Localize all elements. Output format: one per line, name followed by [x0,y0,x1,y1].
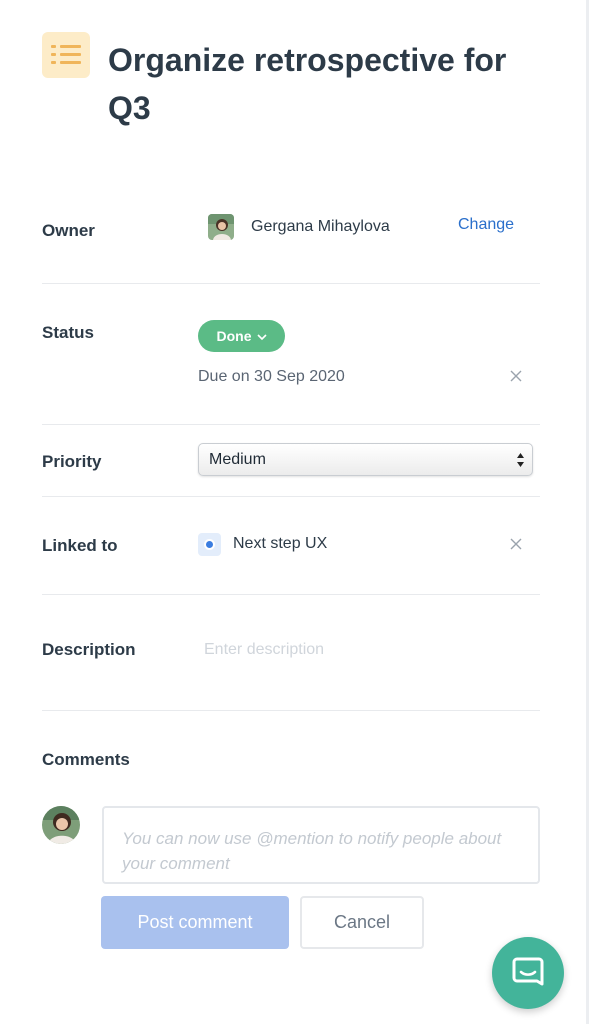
priority-select[interactable]: Medium [198,443,533,476]
status-label: Status [42,323,94,342]
clear-due-date-close-icon[interactable] [508,368,524,384]
divider [42,710,540,711]
task-title[interactable]: Organize retrospective for Q3 [108,36,548,132]
owner-label: Owner [42,221,95,240]
select-arrows-icon [516,452,525,468]
linked-item[interactable]: Next step UX [233,535,327,553]
divider [42,283,540,284]
owner-avatar [208,214,234,240]
description-input[interactable]: Enter description [204,641,324,659]
chevron-down-icon [256,328,267,344]
chat-button[interactable] [492,937,564,1009]
divider [42,424,540,425]
post-comment-button[interactable]: Post comment [101,896,289,949]
due-date: Due on 30 Sep 2020 [198,368,345,385]
priority-value: Medium [209,451,266,468]
divider [42,496,540,497]
status-value: Done [216,328,252,344]
avatar [42,806,80,844]
comments-label: Comments [42,750,130,769]
priority-label: Priority [42,452,102,471]
comment-placeholder: You can now use @mention to notify peopl… [122,829,502,873]
divider [42,594,540,595]
description-label: Description [42,640,136,659]
comment-input[interactable]: You can now use @mention to notify peopl… [102,806,540,884]
change-owner-link[interactable]: Change [458,216,514,234]
target-icon [198,533,221,556]
linked-label: Linked to [42,536,118,555]
owner-name: Gergana Mihaylova [251,218,390,235]
cancel-button[interactable]: Cancel [300,896,424,949]
chat-icon [511,956,545,995]
list-icon [42,32,90,78]
unlink-close-icon[interactable] [508,536,524,552]
status-dropdown[interactable]: Done [198,320,285,352]
